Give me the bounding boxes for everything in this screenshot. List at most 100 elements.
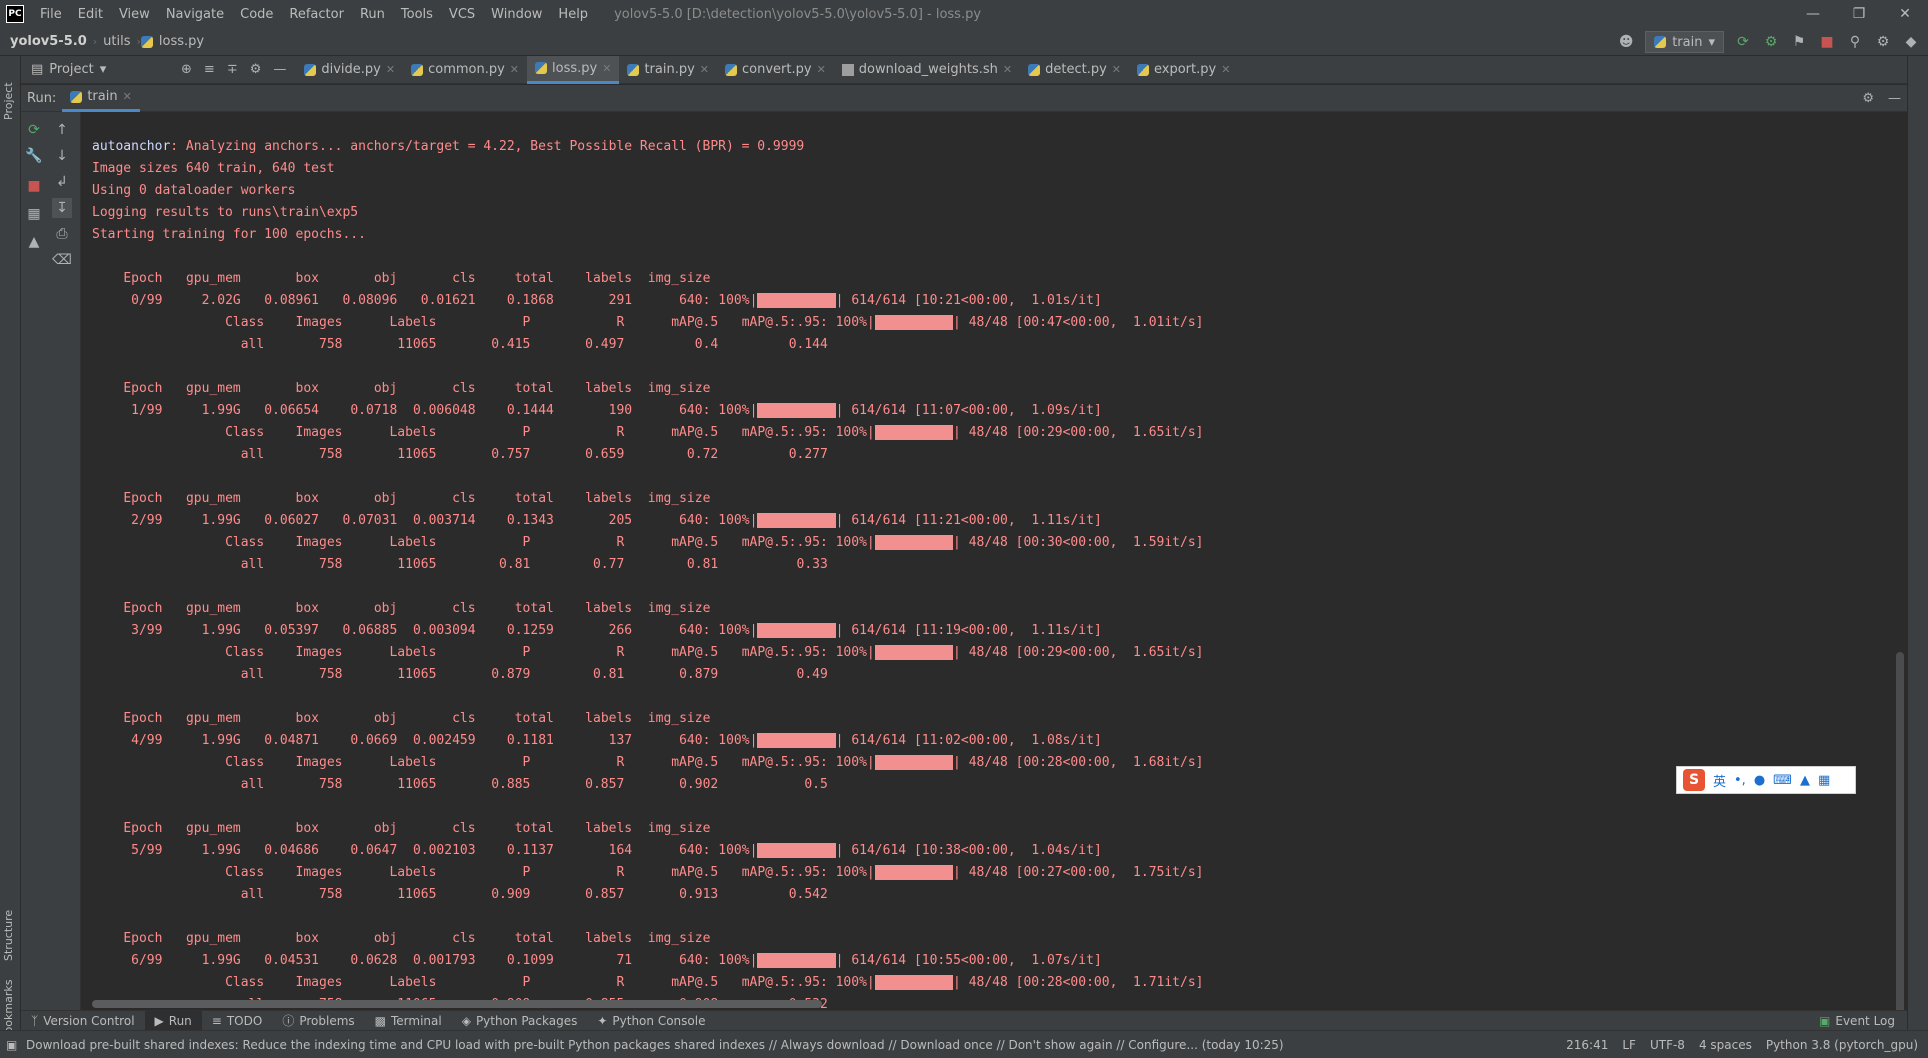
event-log-button[interactable]: ▣ Event Log bbox=[1819, 1014, 1895, 1028]
project-view-button[interactable]: ▤ Project ▾ bbox=[21, 62, 171, 77]
menu-code[interactable]: Code bbox=[232, 7, 281, 22]
stop-icon[interactable]: ■ bbox=[24, 176, 44, 196]
breadcrumb-file[interactable]: loss.py bbox=[153, 34, 210, 49]
close-icon[interactable]: ✕ bbox=[1112, 63, 1121, 76]
breadcrumb-project[interactable]: yolov5-5.0 bbox=[0, 34, 93, 49]
minimize-icon[interactable]: — bbox=[1790, 0, 1836, 28]
stripe-project[interactable]: Project bbox=[2, 82, 15, 120]
status-message[interactable]: Download pre-built shared indexes: Reduc… bbox=[0, 1038, 1500, 1052]
keyboard-icon[interactable]: ⌨ bbox=[1773, 773, 1792, 788]
hide-icon[interactable]: — bbox=[1888, 91, 1901, 106]
user-icon[interactable]: ☻ bbox=[1617, 34, 1635, 50]
tab-loss[interactable]: loss.py ✕ bbox=[527, 55, 620, 84]
close-icon[interactable]: ✕ bbox=[1221, 63, 1230, 76]
coverage-icon[interactable]: ⚑ bbox=[1790, 34, 1808, 50]
val-value-r: 0.659 bbox=[585, 447, 625, 462]
debug-icon[interactable]: ⚙ bbox=[1762, 34, 1780, 50]
tool-version-control[interactable]: ᛉ Version Control bbox=[21, 1011, 145, 1031]
console-output[interactable]: autoanchor: Analyzing anchors... anchors… bbox=[82, 112, 1907, 1010]
menu-window[interactable]: Window bbox=[483, 7, 550, 22]
rerun-icon[interactable]: ⟳ bbox=[1734, 34, 1752, 50]
punctuation-icon[interactable]: •, bbox=[1734, 773, 1746, 788]
caret-position[interactable]: 216:41 bbox=[1566, 1038, 1608, 1052]
tab-detect[interactable]: detect.py ✕ bbox=[1020, 56, 1129, 84]
tab-train[interactable]: train.py ✕ bbox=[619, 56, 717, 84]
tool-python-console[interactable]: ✦ Python Console bbox=[587, 1011, 715, 1031]
tab-export[interactable]: export.py ✕ bbox=[1129, 56, 1238, 84]
horizontal-scrollbar[interactable] bbox=[92, 1000, 822, 1008]
menu-help[interactable]: Help bbox=[550, 7, 596, 22]
val-column-header: mAP@.5 bbox=[671, 755, 719, 770]
arrow-up-icon[interactable]: ↑ bbox=[52, 120, 72, 140]
hide-icon[interactable]: — bbox=[273, 62, 286, 77]
stop-icon[interactable]: ■ bbox=[1818, 34, 1836, 50]
collapse-all-icon[interactable]: ∓ bbox=[227, 62, 238, 77]
close-icon[interactable]: ✕ bbox=[510, 63, 519, 76]
val-column-header: Class bbox=[225, 975, 265, 990]
tab-convert[interactable]: convert.py ✕ bbox=[717, 56, 834, 84]
pin-icon[interactable]: ▲ bbox=[24, 232, 44, 252]
tool-todo[interactable]: ≡ TODO bbox=[202, 1011, 273, 1031]
tool-run[interactable]: ▶ Run bbox=[144, 1010, 202, 1031]
tool-terminal[interactable]: ▩ Terminal bbox=[365, 1011, 452, 1031]
train-column-header: total bbox=[514, 711, 554, 726]
gear-icon[interactable]: ⚙ bbox=[250, 62, 262, 77]
menu-tools[interactable]: Tools bbox=[393, 7, 441, 22]
restore-icon[interactable]: ❐ bbox=[1836, 0, 1882, 28]
breadcrumb-utils[interactable]: utils bbox=[97, 34, 136, 49]
tool-problems[interactable]: ⓘ Problems bbox=[272, 1011, 364, 1031]
train-value-epoch: 4/99 bbox=[131, 733, 163, 748]
indent-setting[interactable]: 4 spaces bbox=[1699, 1038, 1752, 1052]
search-icon[interactable]: ⚲ bbox=[1846, 34, 1864, 50]
ide-update-icon[interactable]: ◆ bbox=[1902, 34, 1920, 50]
menu-navigate[interactable]: Navigate bbox=[158, 7, 232, 22]
microphone-icon[interactable]: ● bbox=[1754, 773, 1765, 788]
ime-toolbar[interactable]: S 英 •, ● ⌨ ▲ ▦ bbox=[1676, 766, 1856, 794]
print-icon[interactable]: ⎙ bbox=[52, 224, 72, 244]
vertical-scrollbar[interactable] bbox=[1896, 652, 1904, 1010]
train-value-total: 0.1444 bbox=[506, 403, 554, 418]
scroll-to-end-icon[interactable]: ↧ bbox=[52, 198, 72, 218]
toolbox-icon[interactable]: ▦ bbox=[1818, 773, 1830, 788]
settings-icon[interactable]: ⚙ bbox=[1874, 34, 1892, 50]
menu-edit[interactable]: Edit bbox=[70, 7, 111, 22]
skin-icon[interactable]: ▲ bbox=[1800, 773, 1810, 788]
arrow-down-icon[interactable]: ↓ bbox=[52, 146, 72, 166]
close-icon[interactable]: ✕ bbox=[1003, 63, 1012, 76]
menu-file[interactable]: File bbox=[32, 7, 70, 22]
trash-icon[interactable]: ⌫ bbox=[52, 250, 72, 270]
close-icon[interactable]: ✕ bbox=[817, 63, 826, 76]
python-interpreter[interactable]: Python 3.8 (pytorch_gpu) bbox=[1766, 1038, 1918, 1052]
soft-wrap-icon[interactable]: ↲ bbox=[52, 172, 72, 192]
rerun-icon[interactable]: ⟳ bbox=[24, 120, 44, 140]
close-icon[interactable]: ✕ bbox=[386, 63, 395, 76]
run-config-select[interactable]: train ▾ bbox=[1645, 31, 1724, 53]
val-column-header: mAP@.5 bbox=[671, 645, 719, 660]
wrench-icon[interactable]: 🔧 bbox=[24, 146, 44, 166]
layout-icon[interactable]: ▦ bbox=[24, 204, 44, 224]
tab-download-weights[interactable]: download_weights.sh ✕ bbox=[834, 56, 1020, 84]
close-icon[interactable]: ✕ bbox=[602, 62, 611, 75]
close-icon[interactable]: ✕ bbox=[700, 63, 709, 76]
line-separator[interactable]: LF bbox=[1622, 1038, 1636, 1052]
locate-icon[interactable]: ⊕ bbox=[181, 62, 192, 77]
tool-python-packages[interactable]: ◈ Python Packages bbox=[452, 1011, 588, 1031]
val-column-header: Class bbox=[225, 645, 265, 660]
gear-icon[interactable]: ⚙ bbox=[1862, 91, 1874, 106]
close-icon[interactable]: ✕ bbox=[123, 90, 132, 103]
ime-language[interactable]: 英 bbox=[1713, 771, 1726, 790]
menu-vcs[interactable]: VCS bbox=[441, 7, 483, 22]
menu-refactor[interactable]: Refactor bbox=[281, 7, 352, 22]
notification-icon[interactable]: ▣ bbox=[6, 1038, 17, 1052]
close-icon[interactable]: ✕ bbox=[1882, 0, 1928, 28]
run-tab-train[interactable]: train ✕ bbox=[62, 85, 140, 112]
stripe-structure[interactable]: Structure bbox=[2, 910, 15, 961]
menu-view[interactable]: View bbox=[111, 7, 158, 22]
status-bar: ▣ Download pre-built shared indexes: Red… bbox=[0, 1030, 1928, 1058]
menu-run[interactable]: Run bbox=[352, 7, 393, 22]
tab-common[interactable]: common.py ✕ bbox=[403, 56, 527, 84]
val-column-header: Images bbox=[295, 865, 343, 880]
file-encoding[interactable]: UTF-8 bbox=[1650, 1038, 1685, 1052]
expand-all-icon[interactable]: ≡ bbox=[204, 62, 215, 77]
tab-divide[interactable]: divide.py ✕ bbox=[296, 56, 403, 84]
